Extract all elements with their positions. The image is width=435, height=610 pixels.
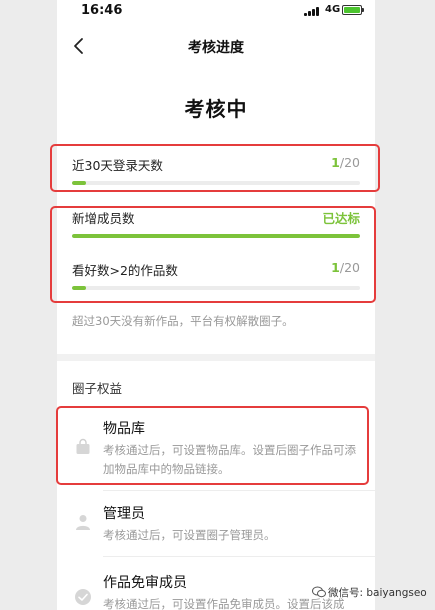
- status-time: 16:46: [81, 3, 123, 18]
- highlight-box: [56, 406, 369, 485]
- status-bar: 16:46 4G: [57, 0, 375, 22]
- section-divider: [57, 354, 375, 361]
- battery-icon: [342, 5, 364, 15]
- benefit-description: 考核通过后，可设置圈子管理员。: [103, 528, 276, 542]
- highlight-box: [50, 206, 376, 303]
- network-label: 4G: [325, 4, 341, 15]
- benefit-item-admin[interactable]: 管理员 考核通过后，可设置圈子管理员。: [57, 503, 375, 543]
- watermark-text: 微信号: baiyangseo: [328, 587, 427, 599]
- review-status-heading: 考核中: [184, 97, 248, 121]
- signal-icon: [304, 7, 322, 16]
- nav-bar: 考核进度: [57, 28, 375, 64]
- wechat-icon: [312, 586, 326, 598]
- row-divider: [103, 556, 375, 557]
- benefit-title: 作品免审成员: [103, 575, 187, 591]
- section-title: 圈子权益: [72, 381, 123, 396]
- phone-screen: 16:46 4G 考核进度 考核中 近30天登录天数 1/20 新增成员数 已达…: [57, 0, 375, 610]
- person-icon: [76, 515, 90, 530]
- page-title: 考核进度: [188, 40, 244, 56]
- highlight-box: [50, 144, 380, 192]
- check-circle-icon: [75, 589, 91, 605]
- watermark: 微信号: baiyangseo: [312, 585, 427, 600]
- dissolve-warning-note: 超过30天没有新作品，平台有权解散圈子。: [72, 314, 294, 328]
- row-divider: [103, 490, 375, 491]
- benefit-title: 管理员: [103, 506, 145, 522]
